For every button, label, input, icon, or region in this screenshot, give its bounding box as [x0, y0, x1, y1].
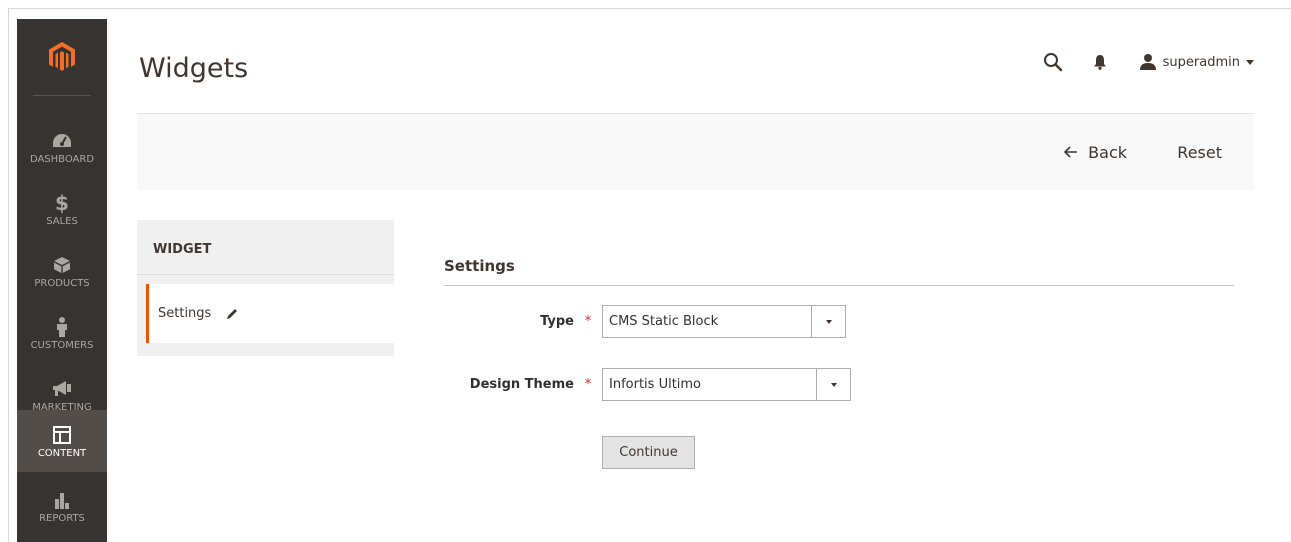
person-icon: [56, 316, 68, 338]
bell-icon[interactable]: [1093, 54, 1107, 70]
back-button[interactable]: Back: [1064, 143, 1127, 162]
design-theme-select[interactable]: Infortis Ultimo: [602, 368, 851, 401]
sidebar-item-label: REPORTS: [39, 512, 85, 524]
design-theme-field: Design Theme * Infortis Ultimo: [444, 368, 851, 401]
type-field: Type * CMS Static Block: [444, 305, 846, 338]
chevron-down-icon: [1246, 59, 1254, 65]
sidebar-item-content[interactable]: CONTENT: [17, 410, 107, 472]
type-select-value: CMS Static Block: [609, 314, 719, 329]
megaphone-icon: [52, 378, 72, 400]
sidebar-item-label: DASHBOARD: [29, 153, 95, 165]
design-theme-label: Design Theme: [469, 377, 574, 392]
back-button-label: Back: [1088, 143, 1127, 162]
sidebar-item-label: CUSTOMERS: [30, 339, 94, 351]
pencil-icon: [225, 307, 239, 321]
sidebar-item-products[interactable]: PRODUCTS: [17, 240, 107, 302]
type-label: Type: [540, 314, 574, 329]
design-theme-select-value: Infortis Ultimo: [609, 377, 702, 392]
tabs-divider: [137, 274, 394, 275]
dollar-icon: $: [55, 190, 69, 215]
sidebar-item-label: PRODUCTS: [34, 277, 90, 289]
widget-tabs-panel: WIDGET Settings: [137, 220, 394, 356]
frame-top-border: [8, 8, 1291, 9]
header-actions: superadmin: [1043, 50, 1254, 74]
sidebar-item-dashboard[interactable]: DASHBOARD: [17, 116, 107, 178]
page-title: Widgets: [139, 53, 249, 84]
reset-button[interactable]: Reset: [1177, 143, 1222, 162]
fieldset-divider: [444, 285, 1234, 286]
required-asterisk: *: [584, 314, 592, 329]
arrow-left-icon: [1064, 143, 1078, 162]
frame-left-border: [8, 8, 9, 542]
sidebar-item-customers[interactable]: CUSTOMERS: [17, 302, 107, 364]
admin-sidebar: DASHBOARD $ SALES PRODUCTS CUSTOMERS MAR…: [17, 19, 107, 542]
tab-label: Settings: [158, 306, 212, 321]
logo-separator: [33, 95, 91, 96]
search-icon[interactable]: [1043, 52, 1063, 72]
user-icon: [1139, 53, 1157, 71]
user-menu[interactable]: superadmin: [1139, 53, 1254, 71]
type-select[interactable]: CMS Static Block: [602, 305, 846, 338]
username: superadmin: [1162, 54, 1240, 70]
bar-chart-icon: [53, 489, 71, 511]
sidebar-item-label: CONTENT: [37, 447, 87, 459]
sidebar-item-reports[interactable]: REPORTS: [17, 475, 107, 537]
layout-icon: [53, 424, 71, 446]
tab-settings[interactable]: Settings: [146, 284, 394, 343]
page-actions-bar: Back Reset: [137, 113, 1254, 190]
magento-logo[interactable]: [17, 19, 107, 94]
continue-button[interactable]: Continue: [602, 436, 695, 469]
fieldset-title: Settings: [444, 257, 515, 275]
required-asterisk: *: [584, 377, 592, 392]
chevron-down-icon: [811, 306, 845, 337]
tabs-heading: WIDGET: [153, 242, 212, 257]
chevron-down-icon: [816, 369, 850, 400]
dashboard-icon: [52, 130, 72, 152]
sidebar-item-sales[interactable]: $ SALES: [17, 178, 107, 240]
box-icon: [53, 254, 71, 276]
sidebar-item-label: SALES: [46, 215, 78, 227]
